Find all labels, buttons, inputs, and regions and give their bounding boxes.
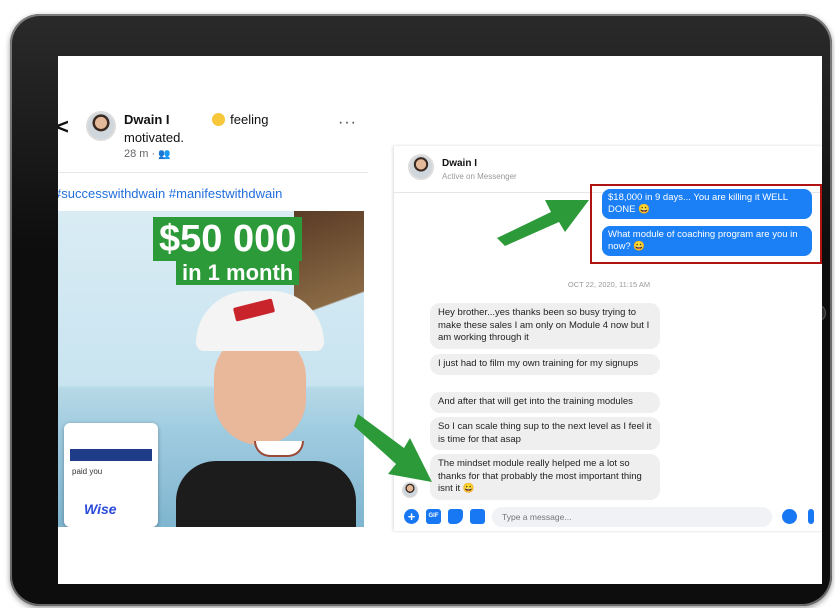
post-image[interactable]: $50 000 in 1 month paid you Wise (58, 211, 364, 527)
post-timestamp: 28 m · 👥 (124, 148, 171, 160)
tablet-frame: < Dwain I feeling motivated. 28 m · 👥 ··… (10, 14, 832, 606)
back-arrow-icon[interactable]: < (58, 114, 69, 140)
message-timestamp: OCT 22, 2020, 11:15 AM (567, 280, 651, 289)
contact-avatar[interactable] (408, 154, 434, 180)
received-message-2: I just had to film my own training for m… (430, 354, 660, 375)
phone-paid-text: paid you (72, 467, 103, 476)
message-input[interactable] (492, 507, 772, 527)
image-icon[interactable] (470, 509, 485, 524)
emoji-icon[interactable] (782, 509, 797, 524)
facebook-post: < Dwain I feeling motivated. 28 m · 👥 ··… (58, 56, 368, 584)
post-author-line: Dwain I feeling (124, 112, 268, 127)
post-time-text[interactable]: 28 m · (124, 148, 158, 160)
gif-icon[interactable]: GIF (426, 509, 441, 524)
friends-icon: 👥 (158, 149, 171, 160)
post-author-name[interactable]: Dwain I (124, 112, 170, 127)
smile-emoji-icon (211, 113, 225, 126)
image-headline: $50 000 (153, 217, 303, 261)
phone-screenshot: paid you Wise (64, 423, 158, 527)
feeling-label: feeling (230, 112, 269, 127)
person-cap (196, 291, 324, 351)
image-subheadline: in 1 month (176, 261, 300, 285)
sticker-icon[interactable] (448, 509, 463, 524)
person-smile (254, 441, 304, 457)
post-divider (58, 172, 368, 173)
highlight-box: $18,000 in 9 days... You are killing it … (590, 184, 822, 264)
sent-message-1: $18,000 in 9 days... You are killing it … (602, 189, 812, 219)
received-message-3: And after that will get into the trainin… (430, 392, 660, 413)
more-options-icon[interactable]: ··· (338, 114, 357, 132)
like-icon[interactable] (808, 509, 814, 524)
feeling-value: motivated. (124, 130, 184, 145)
cap-logo (232, 298, 276, 322)
plus-icon[interactable]: + (404, 509, 419, 524)
phone-header-bar (70, 449, 152, 461)
wise-logo: Wise (84, 501, 117, 517)
message-composer: + GIF (394, 506, 822, 531)
tablet-screen: < Dwain I feeling motivated. 28 m · 👥 ··… (58, 56, 822, 584)
person-head (196, 291, 326, 471)
received-message-1: Hey brother...yes thanks been so busy tr… (430, 303, 660, 349)
arrow-to-sent-messages (497, 200, 589, 246)
received-message-5: The mindset module really helped me a lo… (430, 454, 660, 500)
sent-message-2: What module of coaching program are you … (602, 226, 812, 256)
contact-status: Active on Messenger (442, 172, 517, 181)
post-hashtags[interactable]: #successwithdwain #manifestwithdwain (58, 186, 282, 201)
author-avatar[interactable] (86, 111, 116, 141)
messenger-panel: Dwain I Active on Messenger $18,000 in 9… (394, 146, 822, 531)
arrow-to-reply (354, 414, 432, 482)
contact-name[interactable]: Dwain I (442, 158, 477, 169)
received-message-4: So I can scale thing sup to the next lev… (430, 417, 660, 450)
